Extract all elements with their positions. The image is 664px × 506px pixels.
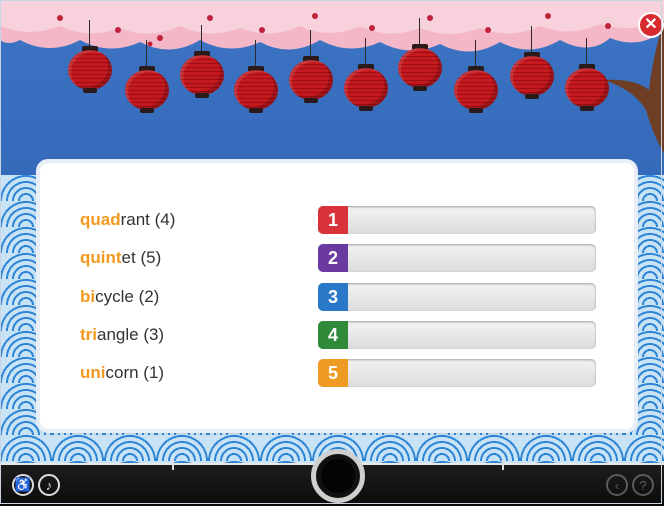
matching-card: quadrant (4) 1 quintet (5) 2 bicycle (2)… [40,163,634,429]
slot-number: 5 [318,359,348,387]
help-icon: ? [639,477,647,493]
word-label[interactable]: quintet (5) [80,248,161,268]
close-icon: ✕ [644,16,658,33]
back-icon: ‹ [614,477,620,493]
word-prefix: bi [80,287,96,306]
row-2: quintet (5) 2 [40,244,634,274]
row-1: quadrant (4) 1 [40,206,634,236]
game-stage: ✕ quadrant (4) 1 quintet (5) 2 bicycle (… [0,0,664,506]
word-label[interactable]: triangle (3) [80,325,164,345]
lantern [565,38,609,111]
help-button[interactable]: ? [632,474,654,496]
slot-number: 2 [318,244,348,272]
word-rest: cycle (2) [95,287,160,306]
answer-slot[interactable]: 4 [318,321,596,349]
accessibility-button[interactable]: ♿ [12,474,34,496]
word-rest: rant (4) [120,210,176,229]
answer-slot[interactable]: 5 [318,359,596,387]
slot-number: 1 [318,206,348,234]
lantern [454,40,498,113]
lantern [510,26,554,99]
back-button[interactable]: ‹ [606,474,628,496]
row-5: unicorn (1) 5 [40,359,634,389]
center-action-button[interactable] [311,449,365,503]
answer-slot[interactable]: 3 [318,283,596,311]
lantern [344,38,388,111]
word-prefix: uni [80,363,106,382]
answer-slot[interactable]: 2 [318,244,596,272]
word-rest: et (5) [121,248,162,267]
word-label[interactable]: bicycle (2) [80,287,159,307]
word-label[interactable]: unicorn (1) [80,363,164,383]
word-label[interactable]: quadrant (4) [80,210,175,230]
answer-slot[interactable]: 1 [318,206,596,234]
slot-number: 3 [318,283,348,311]
lantern [125,40,169,113]
word-prefix: tri [80,325,97,344]
word-prefix: quad [80,210,121,229]
word-rest: angle (3) [97,325,165,344]
row-4: triangle (3) 4 [40,321,634,351]
speaker-icon: ♪ [45,477,53,493]
lantern [398,18,442,91]
person-icon: ♿ [14,477,32,492]
lantern [68,20,112,93]
word-prefix: quint [80,248,122,267]
slot-number: 4 [318,321,348,349]
audio-button[interactable]: ♪ [38,474,60,496]
lantern [234,40,278,113]
lantern [289,30,333,103]
close-button[interactable]: ✕ [638,12,664,38]
word-rest: corn (1) [105,363,165,382]
lantern [180,25,224,98]
row-3: bicycle (2) 3 [40,283,634,313]
